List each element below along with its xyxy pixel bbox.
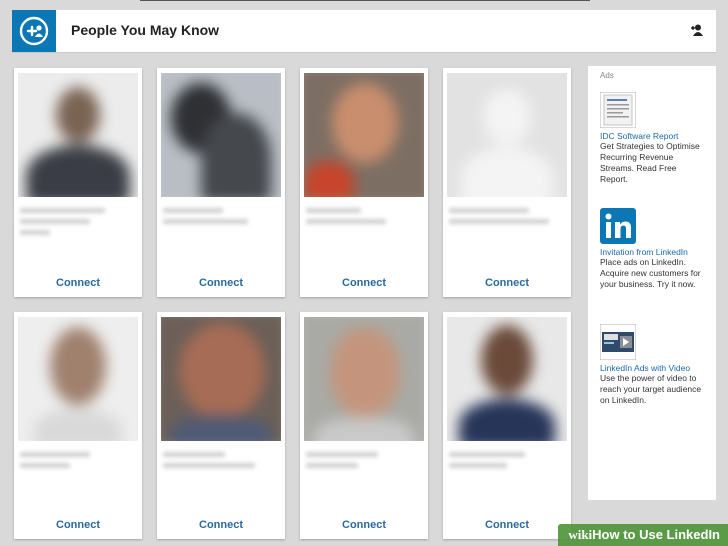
profile-info-blurred — [20, 208, 130, 241]
connect-button[interactable]: Connect — [14, 277, 142, 289]
profile-info-blurred — [449, 208, 559, 230]
person-card[interactable]: Connect — [443, 68, 571, 297]
top-divider — [140, 0, 590, 1]
connect-button[interactable]: Connect — [443, 277, 571, 289]
connect-button[interactable]: Connect — [300, 519, 428, 531]
connect-button[interactable]: Connect — [443, 519, 571, 531]
profile-info-blurred — [20, 452, 130, 474]
report-thumbnail-icon — [600, 92, 636, 128]
profile-photo — [161, 73, 281, 197]
profile-photo — [304, 317, 424, 441]
person-card[interactable]: Connect — [443, 312, 571, 539]
ad-text: Use the power of video to reach your tar… — [600, 373, 702, 405]
ad-item[interactable]: IDC Software Report Get Strategies to Op… — [600, 92, 712, 185]
person-card[interactable]: Connect — [157, 312, 285, 539]
person-add-icon[interactable] — [690, 23, 704, 42]
page-title: People You May Know — [71, 22, 220, 38]
ad-title[interactable]: LinkedIn Ads with Video — [600, 363, 712, 373]
ads-heading: Ads — [600, 71, 614, 80]
person-card[interactable]: Connect — [14, 312, 142, 539]
connect-button[interactable]: Connect — [300, 277, 428, 289]
ad-item[interactable]: LinkedIn Ads with Video Use the power of… — [600, 324, 712, 406]
profile-info-blurred — [449, 452, 559, 474]
profile-photo — [18, 317, 138, 441]
ad-item[interactable]: Invitation from LinkedIn Place ads on Li… — [600, 208, 712, 290]
connect-button[interactable]: Connect — [157, 277, 285, 289]
linkedin-logo-icon — [600, 208, 636, 244]
profile-photo — [161, 317, 281, 441]
profile-photo — [304, 73, 424, 197]
profile-info-blurred — [306, 208, 416, 230]
pymk-header: People You May Know — [12, 10, 716, 53]
watermark-brand: wiki — [568, 527, 593, 542]
ads-sidebar: Ads IDC Software Report Get Strategies t… — [588, 66, 716, 500]
watermark-text: How to Use LinkedIn — [592, 527, 720, 542]
person-card[interactable]: Connect — [157, 68, 285, 297]
profile-photo — [447, 73, 567, 197]
ad-text: Get Strategies to Optimise Recurring Rev… — [600, 141, 700, 184]
profile-info-blurred — [306, 452, 416, 474]
add-connection-icon[interactable] — [12, 10, 56, 52]
person-card[interactable]: Connect — [300, 312, 428, 539]
profile-info-blurred — [163, 208, 273, 230]
video-thumbnail-icon — [600, 324, 636, 360]
ad-title[interactable]: Invitation from LinkedIn — [600, 247, 712, 257]
person-card[interactable]: Connect — [14, 68, 142, 297]
person-card[interactable]: Connect — [300, 68, 428, 297]
connect-button[interactable]: Connect — [14, 519, 142, 531]
ad-title[interactable]: IDC Software Report — [600, 131, 712, 141]
profile-photo — [18, 73, 138, 197]
wikihow-watermark: wikiHow to Use LinkedIn — [558, 524, 728, 546]
profile-info-blurred — [163, 452, 273, 474]
connect-button[interactable]: Connect — [157, 519, 285, 531]
profile-photo — [447, 317, 567, 441]
ad-text: Place ads on LinkedIn. Acquire new custo… — [600, 257, 701, 289]
